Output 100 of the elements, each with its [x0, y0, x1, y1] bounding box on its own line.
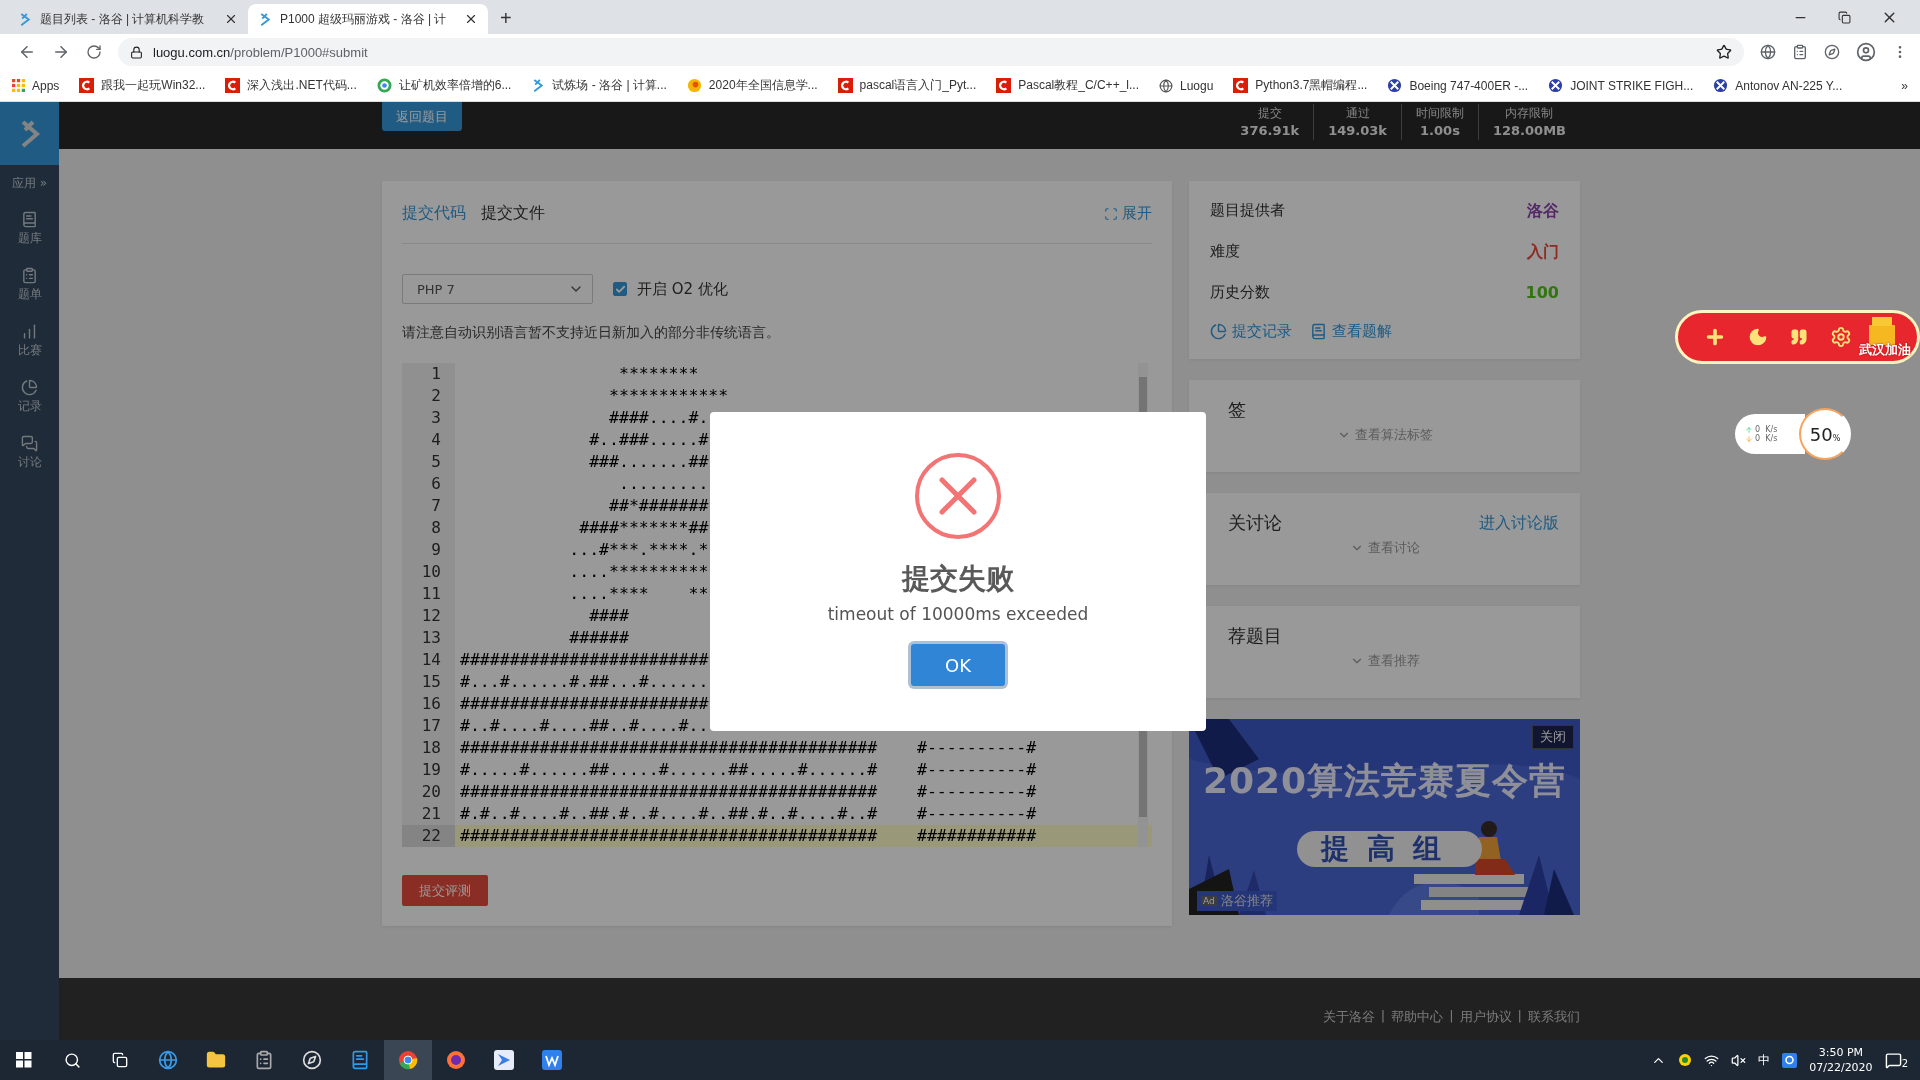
clock[interactable]: 3:50 PM 07/22/2020 [1809, 1045, 1873, 1075]
sidebar-item[interactable]: 讨论 [17, 425, 42, 481]
chrome-app[interactable] [384, 1040, 432, 1080]
profile-icon[interactable] [1856, 42, 1876, 62]
checkbox[interactable] [613, 282, 627, 296]
language-select[interactable]: PHP 7 [402, 274, 593, 304]
bookmark[interactable]: Antonov AN-225 Y... [1713, 78, 1843, 93]
code-line: ###.......## [588, 451, 709, 473]
bookmark-star-icon[interactable] [1716, 44, 1732, 60]
language-notice: 请注意自动识别语言暂不支持近日新加入的部分非传统语言。 [402, 324, 781, 342]
line-number: 5 [430, 451, 442, 473]
ring-icon [376, 78, 392, 93]
line-number: 13 [420, 627, 442, 649]
ok-button[interactable]: OK [911, 644, 1005, 686]
error-icon [914, 452, 1002, 540]
tab-title: P1000 超级玛丽游戏 - 洛谷 | 计 [280, 10, 448, 28]
code-line: ######################### [459, 693, 709, 715]
ad-headline: 2020算法竞赛夏令营 [1201, 759, 1568, 803]
line-number: 2 [430, 385, 442, 407]
bookmark[interactable]: Pascal教程_C/C++_l... [996, 77, 1139, 94]
luogu-logo-icon [18, 11, 32, 27]
footer-link[interactable]: 用户协议 [1459, 1008, 1512, 1040]
code-line: ####....#. [608, 407, 709, 429]
info-label: 难度 [1210, 242, 1240, 262]
bookmark[interactable]: 深入浅出.NET代码... [225, 77, 357, 94]
footer-link[interactable]: 帮助中心 [1391, 1008, 1444, 1040]
upload-arrow-icon [1745, 425, 1753, 434]
stat-value: 128.00MB [1493, 122, 1566, 140]
submit-button[interactable]: 提交评测 [402, 875, 488, 906]
reload-icon[interactable] [86, 44, 102, 60]
lock-icon [130, 45, 143, 59]
clipboard-icon [254, 1050, 274, 1070]
bookmarks-overflow[interactable]: » [1901, 78, 1908, 93]
code-line: ########################################## #----------# [459, 737, 1037, 759]
restore-icon[interactable] [1838, 10, 1851, 24]
submit-tab[interactable]: 提交文件 [481, 203, 545, 224]
settings-icon[interactable] [1830, 326, 1852, 348]
bookmark[interactable]: 试炼场 - 洛谷 | 计算... [531, 77, 667, 94]
bookmark[interactable]: 让矿机效率倍增的6... [376, 77, 512, 94]
extension-icon[interactable] [1760, 44, 1776, 60]
c-logo-icon [79, 78, 95, 93]
address-bar[interactable]: luogu.com.cn/problem/P1000#submit [118, 38, 1744, 66]
dialog-message: timeout of 10000ms exceeded [827, 604, 1089, 624]
bookmark[interactable]: Python3.7黑帽编程... [1233, 77, 1368, 94]
panel-title: 签 [1227, 398, 1246, 422]
info-value: 入门 [1527, 242, 1559, 263]
line-number: 3 [430, 407, 442, 429]
bookmark[interactable]: 跟我一起玩Win32... [79, 77, 206, 94]
x-plane-icon [1387, 78, 1403, 93]
sidebar-item[interactable]: 题库 [17, 201, 42, 257]
volume-icon[interactable] [1731, 1052, 1747, 1068]
close-icon[interactable] [464, 12, 478, 26]
status-icon[interactable] [1678, 1053, 1693, 1067]
bookmark[interactable]: pascal语言入门_Pyt... [837, 77, 977, 94]
check-icon [614, 283, 626, 295]
sidebar-item[interactable]: 记录 [17, 369, 42, 425]
tab-title: 题目列表 - 洛谷 | 计算机科学教 [40, 10, 206, 28]
task-view-icon [112, 1052, 128, 1068]
line-number: 12 [420, 605, 442, 627]
footer-link[interactable]: 联系我们 [1528, 1008, 1580, 1040]
info-value: 洛谷 [1527, 201, 1559, 222]
code-line: #..#....#....##..#....#.. [459, 715, 709, 737]
back-icon[interactable] [18, 43, 36, 61]
line-number: 18 [420, 737, 442, 759]
line-number: 7 [430, 495, 442, 517]
book-icon [21, 211, 38, 228]
code-line: ************ [608, 385, 729, 407]
moon-icon[interactable] [1748, 327, 1768, 347]
book-icon [1310, 323, 1327, 340]
url-text: luogu.com.cn/problem/P1000#submit [153, 44, 368, 60]
browser-tab[interactable]: P1000 超级玛丽游戏 - 洛谷 | 计 [248, 4, 488, 34]
extension-icon[interactable] [1792, 44, 1808, 60]
apps-menu[interactable]: 应用 » [11, 165, 48, 201]
ime-indicator[interactable]: 中 [1758, 1051, 1771, 1069]
bookmark[interactable]: JOINT STRIKE FIGH... [1548, 78, 1694, 93]
panel-title: 荐题目 [1227, 624, 1282, 648]
sidebar-item[interactable]: 题单 [17, 257, 42, 313]
close-icon[interactable] [224, 12, 238, 26]
quote-icon[interactable] [1790, 328, 1808, 346]
bar-chart-icon [21, 323, 38, 340]
bookmark[interactable]: 2020年全国信息学... [686, 77, 818, 94]
forward-icon[interactable] [52, 43, 70, 61]
notifications-button[interactable]: 2 [1884, 1051, 1908, 1069]
close-ad-button[interactable]: 关闭 [1532, 725, 1574, 749]
bookmark[interactable]: Apps [12, 78, 60, 93]
sidebar-item[interactable]: 比赛 [17, 313, 42, 369]
search-icon [63, 1051, 81, 1069]
folder-icon [206, 1050, 226, 1070]
new-tab-button[interactable]: + [488, 7, 524, 34]
app-tray-icon[interactable] [1782, 1052, 1798, 1068]
bookmark[interactable]: Luogu [1159, 78, 1214, 93]
network-icon[interactable] [1704, 1052, 1720, 1068]
extension-icon[interactable] [1824, 44, 1840, 60]
browser-tab[interactable]: 题目列表 - 洛谷 | 计算机科学教 [8, 4, 248, 34]
extension-toolbar[interactable]: 武汉加油 [1675, 310, 1920, 364]
book-icon [350, 1050, 370, 1070]
footer-link[interactable]: 关于洛谷 [1322, 1008, 1375, 1040]
bookmark[interactable]: Boeing 747-400ER -... [1387, 78, 1529, 93]
stat-value: 1.00s [1420, 122, 1460, 140]
o2-checkbox[interactable]: 开启 O2 优化 [613, 279, 728, 299]
